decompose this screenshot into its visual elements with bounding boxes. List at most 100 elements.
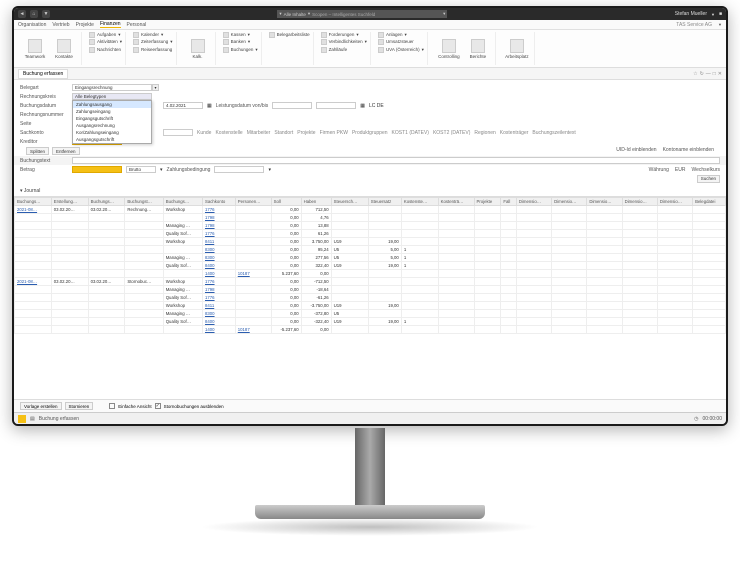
user-name[interactable]: Stefan Mueller [675,11,707,17]
dd-opt-4[interactable]: Kor/Zahlungseingang [73,129,151,136]
journal-col-0[interactable]: Buchungs… [15,198,52,206]
journal-row[interactable]: Managing …83000,00-372,80U5 [15,310,726,318]
brutto-dropdown-icon[interactable]: ▾ [160,167,163,173]
menu-finanzen[interactable]: Finanzen [100,21,121,28]
field-brutto[interactable]: Brutto [126,166,156,173]
journal-col-7[interactable]: Soll [271,198,301,206]
filter-ressource[interactable] [163,129,193,136]
ribbon-aktivitaeten[interactable]: Aktivitäten ▾ [89,39,122,45]
dd-opt-3[interactable]: Ausgangsrechnung [73,122,151,129]
dd-opt-2[interactable]: Eingangsgutschrift [73,115,151,122]
journal-col-2[interactable]: Buchungs… [88,198,125,206]
ribbon-arbeitsplatz[interactable]: Arbeitsplatz [503,32,531,65]
journal-col-10[interactable]: Steuersatz [368,198,401,206]
journal-col-12[interactable]: Kostenträ… [438,198,474,206]
field-rechnungskreis[interactable]: Alle Belegtypen [72,93,152,100]
einfache-ansicht-checkbox[interactable] [109,403,115,409]
journal-row[interactable]: Workshop84110,003.750,00U1919,00 [15,238,726,246]
journal-col-19[interactable]: Dimensio… [657,198,692,206]
ribbon-buchungen[interactable]: Buchungen ▾ [223,47,258,53]
journal-row[interactable]: Managing …83000,00277,56U55,001 [15,254,726,262]
refresh-icon[interactable]: ↻ [700,71,704,77]
journal-row[interactable]: Quality Sof…84000,00322,40U1919,001 [15,262,726,270]
nav-fwd-button[interactable]: ▼ [42,10,50,18]
journal-col-6[interactable]: Personen… [235,198,271,206]
ribbon-kalk[interactable]: Kalk. [184,32,212,65]
ribbon-belegarbeitsliste[interactable]: Belegarbeitsliste [269,32,310,38]
entfernen-button[interactable]: Entfernen [52,147,80,155]
ribbon-reiseerfassung[interactable]: Reiseerfassung [133,47,173,53]
journal-col-4[interactable]: Buchungs… [163,198,202,206]
ribbon-banken[interactable]: Banken ▾ [223,39,258,45]
ribbon-teamwork[interactable]: Teamwork [21,32,49,65]
menu-projekte[interactable]: Projekte [76,22,94,28]
journal-row[interactable]: 17980,004,76 [15,214,726,222]
journal-col-14[interactable]: Fall [501,198,516,206]
splitten-button[interactable]: Splitten [26,147,49,155]
dd-opt-1[interactable]: Zahlungseingang [73,108,151,115]
ribbon-verbindlichkeiten[interactable]: Verbindlichkeiten ▾ [321,39,367,45]
field-belegart[interactable]: Eingangsrechnung [72,84,152,91]
field-leistungsdatum-von[interactable] [272,102,312,109]
journal-row[interactable]: 140010187-5.237,600,00 [15,326,726,334]
user-dropdown-icon[interactable]: ▼ [711,12,715,17]
stornobuchungen-checkbox[interactable] [155,403,161,409]
field-buchungsdatum[interactable]: 4.02.2021 [163,102,203,109]
close-icon[interactable]: ✕ [718,71,722,77]
star-icon[interactable]: ☆ [693,71,697,77]
journal-col-9[interactable]: Steuersch… [331,198,368,206]
calendar-icon[interactable]: ▦ [207,103,212,109]
nav-back-button[interactable]: ◄ [18,10,26,18]
journal-col-15[interactable]: Dimensio… [516,198,551,206]
journal-row[interactable]: Managing …17980,0013,88 [15,222,726,230]
journal-col-3[interactable]: Buchungst… [125,198,163,206]
journal-row[interactable]: 2021-08…03.02.20…03.02.20…Stornobuc…Work… [15,278,726,286]
journal-col-11[interactable]: Kostenste… [401,198,438,206]
journal-col-1[interactable]: Erstellung… [51,198,88,206]
journal-col-18[interactable]: Dimensio… [622,198,657,206]
ribbon-controlling[interactable]: Controlling [435,32,463,65]
journal-row[interactable]: 83000,0095,24U55,001 [15,246,726,254]
journal-row[interactable]: Managing …17980,00-18,64 [15,286,726,294]
ribbon-kalender[interactable]: Kalender ▾ [133,32,173,38]
zb-dropdown-icon[interactable]: ▾ [268,167,271,173]
journal-col-20[interactable]: Belegdatei [693,198,726,206]
field-zahlungsbedingung[interactable] [214,166,264,173]
journal-col-5[interactable]: Sachkonto [202,198,235,206]
notification-icon[interactable]: ■ [719,11,722,17]
journal-col-8[interactable]: Haben [301,198,331,206]
minimize-icon[interactable]: — [706,71,711,77]
ribbon-uva[interactable]: UVA (Österreich) ▾ [378,47,424,53]
calendar-icon-2[interactable]: ▦ [360,103,365,109]
journal-row[interactable]: 1400101875.237,600,00 [15,270,726,278]
journal-table-container[interactable]: Buchungs…Erstellung…Buchungs…Buchungst…B… [14,196,726,356]
search-dropdown-icon[interactable]: ▾ [443,11,445,17]
maximize-icon[interactable]: □ [713,71,716,77]
field-betrag[interactable] [72,166,122,173]
ribbon-zahllaeuf[interactable]: Zahlläufe [321,47,367,53]
ribbon-forderungen[interactable]: Forderungen ▾ [321,32,367,38]
ribbon-zeiterfassung[interactable]: Zeiterfassung ▾ [133,39,173,45]
journal-row[interactable]: Quality Sof…17760,00-61,26 [15,294,726,302]
dd-opt-0[interactable]: Zahlungsausgang [73,101,151,108]
stornieren-button[interactable]: Stornieren [65,402,94,410]
journal-col-13[interactable]: Projekte [474,198,501,206]
ribbon-berichte[interactable]: Berichte [464,32,492,65]
dd-opt-5[interactable]: Ausgangsgutschrift [73,136,151,143]
menu-vertrieb[interactable]: Vertrieb [52,22,69,28]
journal-col-17[interactable]: Dimensio… [587,198,622,206]
kontoname-einblenden-link[interactable]: Kontoname einblenden [663,147,714,155]
journal-col-16[interactable]: Dimensio… [552,198,587,206]
ribbon-anlagen[interactable]: Anlagen ▾ [378,32,424,38]
menu-personal[interactable]: Personal [127,22,147,28]
field-buchungstext[interactable] [72,157,720,164]
journal-row[interactable]: Quality Sof…17760,0061,26 [15,230,726,238]
home-button[interactable]: ⌂ [30,10,38,18]
belegart-dropdown-icon[interactable]: ▾ [152,84,159,91]
ribbon-kassen[interactable]: Kassen ▾ [223,32,258,38]
journal-row[interactable]: Workshop84110,00-3.750,00U1919,00 [15,302,726,310]
uid-einblenden-link[interactable]: UID-Id einblenden [616,147,656,155]
tab-buchung-erfassen[interactable]: Buchung erfassen [18,69,68,79]
journal-row[interactable]: Quality Sof…84000,00-322,40U1919,001 [15,318,726,326]
ribbon-nachrichten[interactable]: Nachrichten [89,47,122,53]
